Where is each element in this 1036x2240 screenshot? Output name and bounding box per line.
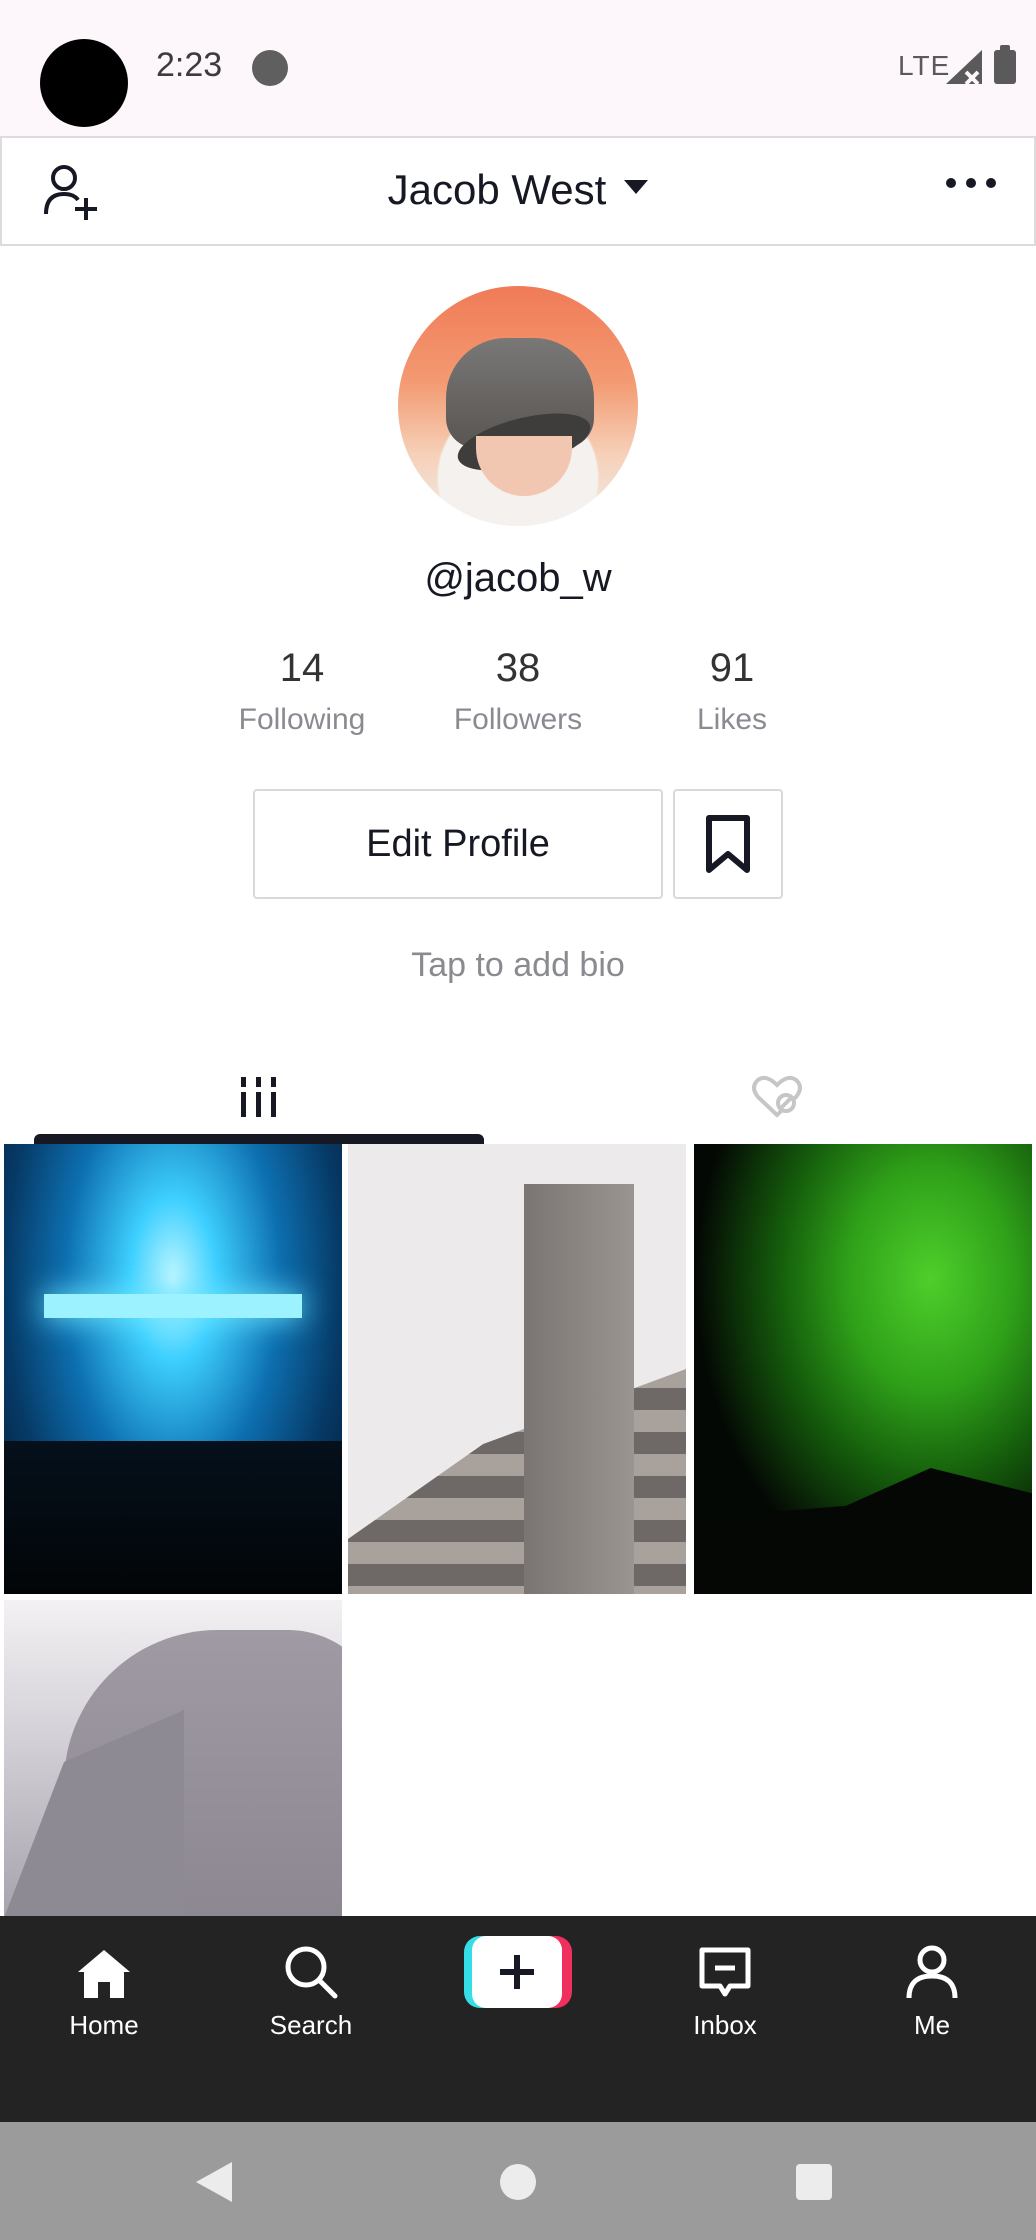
create-button[interactable] xyxy=(464,1936,572,2008)
signal-icon xyxy=(946,50,982,86)
active-tab-indicator xyxy=(34,1134,484,1144)
camera-cutout xyxy=(40,39,128,127)
network-type: LTE xyxy=(898,50,951,81)
nav-label: Me xyxy=(913,2010,951,2040)
video-thumbnail-building[interactable] xyxy=(348,1144,686,1594)
recents-icon[interactable] xyxy=(796,2164,832,2200)
back-icon[interactable] xyxy=(196,2162,232,2202)
avatar[interactable] xyxy=(398,286,638,526)
tab-videos[interactable] xyxy=(34,1050,484,1144)
account-name: Jacob West xyxy=(387,166,607,213)
stat-label: Likes xyxy=(696,703,768,736)
bookmark-icon xyxy=(706,815,750,873)
account-switcher[interactable]: Jacob West xyxy=(2,166,1034,214)
profile-header: Jacob West xyxy=(0,136,1036,246)
stat-label: Followers xyxy=(453,703,583,736)
stat-value: 91 xyxy=(709,646,755,690)
nav-label: Inbox xyxy=(693,2010,757,2040)
stat-value: 38 xyxy=(495,646,541,690)
stat-followers[interactable]: 38 Followers xyxy=(418,646,618,737)
search-icon xyxy=(285,1946,338,1999)
nav-label: Search xyxy=(269,2010,353,2040)
tab-liked[interactable] xyxy=(552,1050,1002,1144)
home-icon xyxy=(78,1950,130,1998)
bottom-nav: Home Search Inbox Me xyxy=(0,1916,1036,2122)
app-notification-icon xyxy=(252,50,288,86)
more-icon[interactable] xyxy=(946,178,996,188)
nav-inbox[interactable]: Inbox xyxy=(645,1916,805,2056)
home-circle-icon[interactable] xyxy=(500,2164,536,2200)
nav-label: Home xyxy=(69,2010,139,2040)
status-time: 2:23 xyxy=(156,46,223,84)
liked-hidden-icon xyxy=(752,1075,802,1118)
profile-icon xyxy=(906,1945,958,1999)
stat-likes[interactable]: 91 Likes xyxy=(632,646,832,737)
videos-grid-icon xyxy=(241,1077,276,1117)
inbox-icon xyxy=(699,1947,751,1997)
nav-search[interactable]: Search xyxy=(231,1916,391,2056)
bio-placeholder[interactable]: Tap to add bio xyxy=(0,946,1036,985)
stat-value: 14 xyxy=(279,646,325,690)
video-thumbnail-aurora[interactable] xyxy=(694,1144,1032,1594)
video-thumbnail-mountain[interactable] xyxy=(4,1600,342,1916)
nav-me[interactable]: Me xyxy=(852,1916,1012,2056)
system-nav-bar xyxy=(0,2122,1036,2240)
stat-following[interactable]: 14 Following xyxy=(202,646,402,737)
battery-icon xyxy=(994,45,1016,84)
nav-home[interactable]: Home xyxy=(24,1916,184,2056)
stat-label: Following xyxy=(238,703,366,736)
plus-icon xyxy=(500,1955,534,1989)
status-bar: 2:23 LTE xyxy=(0,0,1036,136)
username: @jacob_w xyxy=(424,556,612,600)
edit-profile-button[interactable]: Edit Profile xyxy=(253,789,663,899)
bookmarks-button[interactable] xyxy=(673,789,783,899)
video-thumbnail-concert[interactable] xyxy=(4,1144,342,1594)
caret-down-icon xyxy=(624,179,649,194)
